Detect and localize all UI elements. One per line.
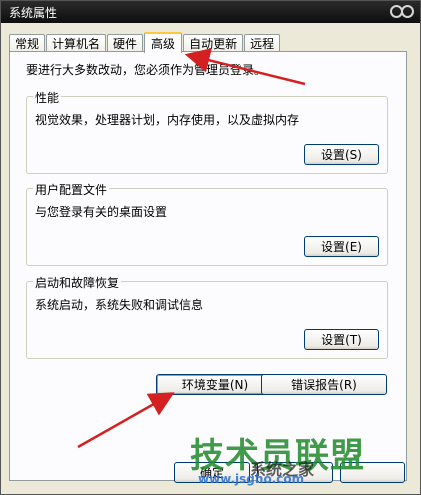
startup-recovery-group: 启动和故障恢复 系统启动，系统失败和调试信息 设置(T) (26, 274, 388, 359)
user-profiles-description: 与您登录有关的桌面设置 (35, 205, 168, 219)
startup-recovery-description: 系统启动，系统失败和调试信息 (35, 298, 204, 312)
performance-group-title: 性能 (33, 89, 62, 106)
tab-strip: 常规 计算机名 硬件 高级 自动更新 远程 (9, 32, 281, 53)
user-profiles-group-title: 用户配置文件 (33, 181, 110, 198)
advanced-tab-panel: 要进行大多数改动，您必须作为管理员登录。 性能 视觉效果，处理器计划，内存使用，… (9, 51, 407, 481)
performance-description: 视觉效果，处理器计划，内存使用，以及虚拟内存 (35, 113, 300, 127)
admin-notice: 要进行大多数改动，您必须作为管理员登录。 (26, 63, 267, 77)
window-title: 系统属性 (9, 5, 58, 20)
environment-variables-button[interactable]: 环境变量(N) (156, 374, 274, 395)
tab-automatic-updates[interactable]: 自动更新 (183, 34, 244, 52)
performance-group: 性能 视觉效果，处理器计划，内存使用，以及虚拟内存 设置(S) (26, 89, 388, 174)
site-watermark: 技术员联盟 系统之家 www.jsgho.com (190, 428, 400, 488)
performance-settings-button[interactable]: 设置(S) (304, 144, 379, 165)
startup-recovery-group-title: 启动和故障恢复 (33, 274, 122, 291)
tab-hardware[interactable]: 硬件 (107, 34, 144, 52)
window-control-icon[interactable] (401, 5, 414, 18)
window-controls[interactable] (390, 5, 414, 18)
error-reporting-button[interactable]: 错误报告(R) (261, 374, 387, 395)
tab-general[interactable]: 常规 (9, 34, 46, 52)
tab-computer-name[interactable]: 计算机名 (46, 34, 107, 52)
tab-remote[interactable]: 远程 (244, 34, 281, 52)
tab-advanced[interactable]: 高级 (144, 32, 183, 53)
user-profiles-group: 用户配置文件 与您登录有关的桌面设置 设置(E) (26, 181, 388, 266)
system-properties-window: 系统属性 常规 计算机名 硬件 高级 自动更新 远程 要进行大多数改动，您必须作… (0, 0, 421, 495)
user-profiles-settings-button[interactable]: 设置(E) (304, 236, 379, 257)
startup-recovery-settings-button[interactable]: 设置(T) (304, 329, 379, 350)
title-bar[interactable]: 系统属性 (1, 1, 420, 23)
watermark-url: www.jsgho.com (198, 472, 305, 486)
